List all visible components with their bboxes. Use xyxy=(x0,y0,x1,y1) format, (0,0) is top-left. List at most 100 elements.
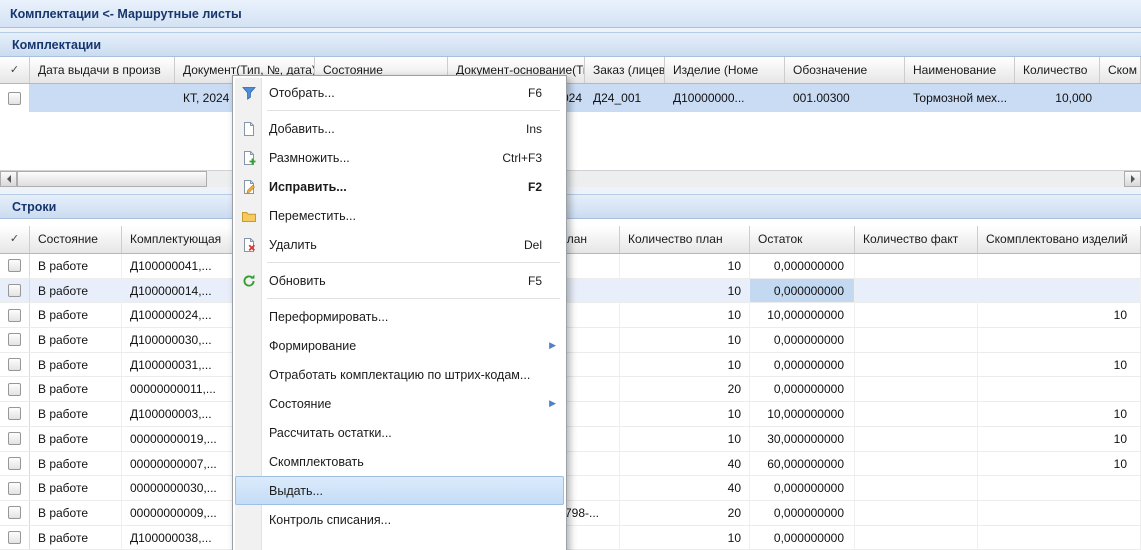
table-cell[interactable] xyxy=(1100,84,1141,112)
menu-item[interactable]: ОбновитьF5 xyxy=(235,266,564,295)
table-cell[interactable] xyxy=(978,328,1141,352)
table-cell[interactable]: 0,000000000 xyxy=(750,279,855,303)
scroll-right-button[interactable] xyxy=(1124,171,1141,187)
row-checkbox[interactable] xyxy=(8,407,21,420)
table-cell[interactable]: В работе xyxy=(30,452,122,476)
row-checkbox[interactable] xyxy=(8,506,21,519)
table-cell[interactable]: В работе xyxy=(30,279,122,303)
table-row[interactable]: В работеД100000031,...100,00000000010 xyxy=(0,353,1141,378)
table-cell[interactable]: В работе xyxy=(30,377,122,401)
select-all-checkbox[interactable]: ✓ xyxy=(0,57,30,83)
top-table-selected-row[interactable]: КТ, 2024024Д24_001Д10000000...001.00300Т… xyxy=(0,84,1141,112)
row-checkbox[interactable] xyxy=(8,309,21,322)
menu-item[interactable]: Рассчитать остатки... xyxy=(235,418,564,447)
table-row[interactable]: В работеД100000038,...100,000000000 xyxy=(0,526,1141,550)
table-cell[interactable]: 10 xyxy=(620,526,750,550)
scroll-thumb[interactable] xyxy=(17,171,207,187)
row-checkbox[interactable] xyxy=(8,531,21,544)
menu-item[interactable]: Исправить...F2 xyxy=(235,172,564,201)
table-row[interactable]: В работеД100000041,...100,000000000 xyxy=(0,254,1141,279)
table-cell[interactable]: 0,000000000 xyxy=(750,501,855,525)
table-cell[interactable]: 10,000000000 xyxy=(750,402,855,426)
table-cell[interactable]: 10 xyxy=(620,328,750,352)
table-cell[interactable] xyxy=(978,279,1141,303)
table-row[interactable]: В работеД100000014,...100,000000000 xyxy=(0,279,1141,304)
table-row[interactable]: В работеД100000003,...1010,00000000010 xyxy=(0,402,1141,427)
table-cell[interactable]: 60,000000000 xyxy=(750,452,855,476)
table-row[interactable]: В работеД100000024,...1010,00000000010 xyxy=(0,303,1141,328)
table-cell[interactable]: В работе xyxy=(30,353,122,377)
menu-item[interactable]: УдалитьDel xyxy=(235,230,564,259)
select-all-checkbox[interactable]: ✓ xyxy=(0,226,30,253)
menu-item[interactable]: Переформировать... xyxy=(235,302,564,331)
table-cell[interactable] xyxy=(30,84,175,112)
row-checkbox[interactable] xyxy=(8,432,21,445)
menu-item[interactable]: Контроль списания... xyxy=(235,505,564,534)
table-cell[interactable]: 10 xyxy=(620,279,750,303)
menu-item[interactable]: Выдать... xyxy=(235,476,564,505)
column-header[interactable]: Состояние xyxy=(30,226,122,253)
row-checkbox[interactable] xyxy=(8,259,21,272)
table-cell[interactable] xyxy=(855,377,978,401)
menu-item[interactable]: Формирование▶ xyxy=(235,331,564,360)
menu-item[interactable]: Отобрать...F6 xyxy=(235,78,564,107)
table-row[interactable]: В работе00000000009,...7798-...200,00000… xyxy=(0,501,1141,526)
table-cell[interactable] xyxy=(855,452,978,476)
column-header[interactable]: Дата выдачи в произв xyxy=(30,57,175,83)
table-cell[interactable]: 30,000000000 xyxy=(750,427,855,451)
table-cell[interactable]: В работе xyxy=(30,476,122,500)
column-header[interactable]: Скомплектовано изделий xyxy=(978,226,1141,253)
table-cell[interactable]: В работе xyxy=(30,328,122,352)
table-cell[interactable] xyxy=(978,501,1141,525)
table-cell[interactable] xyxy=(978,526,1141,550)
scroll-left-button[interactable] xyxy=(0,171,17,187)
table-cell[interactable]: 10,000000000 xyxy=(750,303,855,327)
column-header[interactable]: Наименование xyxy=(905,57,1015,83)
table-row[interactable]: В работе00000000007,...4060,00000000010 xyxy=(0,452,1141,477)
table-cell[interactable]: 10 xyxy=(620,402,750,426)
table-cell[interactable]: 0,000000000 xyxy=(750,476,855,500)
table-cell[interactable]: В работе xyxy=(30,303,122,327)
table-cell[interactable] xyxy=(855,328,978,352)
table-cell[interactable] xyxy=(978,476,1141,500)
table-cell[interactable]: В работе xyxy=(30,402,122,426)
table-cell[interactable]: 40 xyxy=(620,452,750,476)
column-header[interactable]: Обозначение xyxy=(785,57,905,83)
row-checkbox[interactable] xyxy=(8,457,21,470)
table-cell[interactable]: 40 xyxy=(620,476,750,500)
column-header[interactable]: Заказ (лицево xyxy=(585,57,665,83)
row-checkbox[interactable] xyxy=(8,333,21,346)
table-cell[interactable] xyxy=(855,476,978,500)
table-row[interactable]: В работе00000000011,...200,000000000 xyxy=(0,377,1141,402)
table-cell[interactable]: 10 xyxy=(978,303,1141,327)
table-cell[interactable]: В работе xyxy=(30,501,122,525)
table-cell[interactable]: 10 xyxy=(620,303,750,327)
menu-item[interactable]: Отработать комплектацию по штрих-кодам..… xyxy=(235,360,564,389)
table-cell[interactable]: В работе xyxy=(30,427,122,451)
menu-item[interactable]: Добавить...Ins xyxy=(235,114,564,143)
table-cell[interactable]: 0,000000000 xyxy=(750,328,855,352)
table-cell[interactable] xyxy=(855,279,978,303)
table-cell[interactable]: 10 xyxy=(978,353,1141,377)
table-cell[interactable] xyxy=(855,353,978,377)
column-header[interactable]: Количество план xyxy=(620,226,750,253)
table-cell[interactable] xyxy=(855,254,978,278)
table-cell[interactable]: 10 xyxy=(978,427,1141,451)
table-cell[interactable] xyxy=(855,526,978,550)
table-cell[interactable]: 10 xyxy=(978,402,1141,426)
table-cell[interactable]: Д24_001 xyxy=(585,84,665,112)
table-cell[interactable]: 0,000000000 xyxy=(750,526,855,550)
table-cell[interactable]: В работе xyxy=(30,254,122,278)
table-cell[interactable] xyxy=(855,501,978,525)
breadcrumb-text[interactable]: Комплектации <- Маршрутные листы xyxy=(10,7,242,21)
table-cell[interactable]: 001.00300 xyxy=(785,84,905,112)
table-cell[interactable] xyxy=(855,303,978,327)
row-checkbox[interactable] xyxy=(8,92,21,105)
table-cell[interactable]: 20 xyxy=(620,501,750,525)
table-cell[interactable] xyxy=(855,402,978,426)
table-cell[interactable] xyxy=(855,427,978,451)
table-cell[interactable]: Д10000000... xyxy=(665,84,785,112)
table-cell[interactable]: 0,000000000 xyxy=(750,254,855,278)
row-checkbox[interactable] xyxy=(8,482,21,495)
table-row[interactable]: В работе00000000030,...400,000000000 xyxy=(0,476,1141,501)
